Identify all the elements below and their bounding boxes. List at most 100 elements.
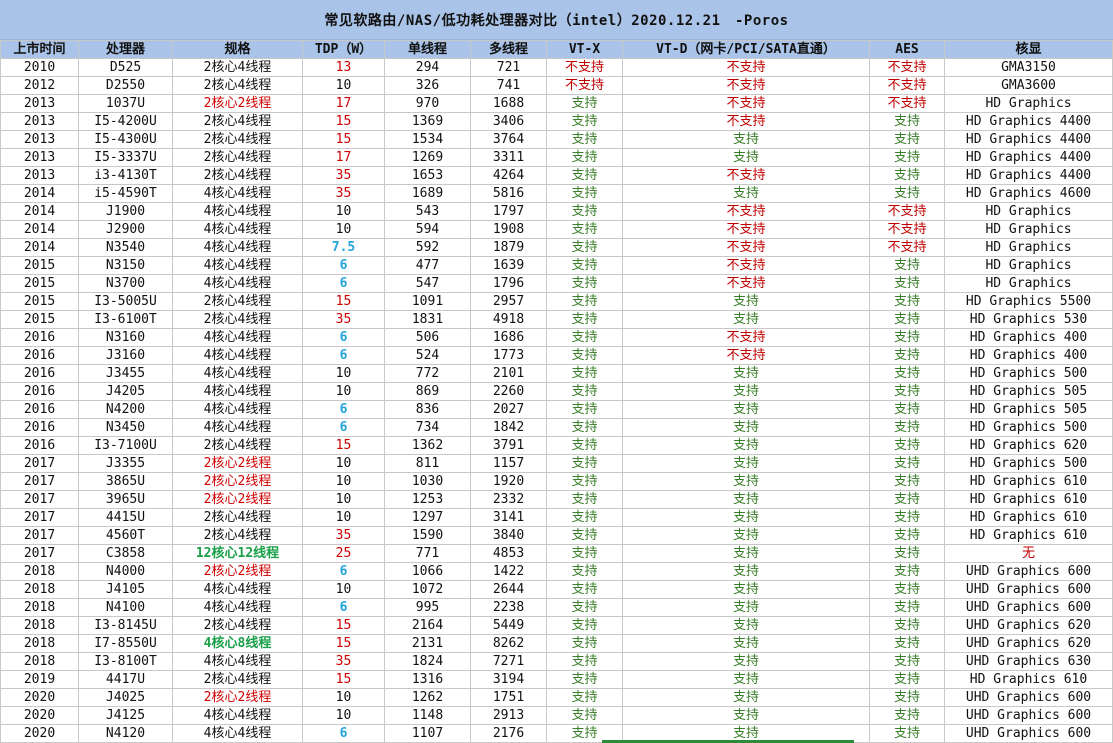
cell-multi-thread[interactable]: 4918	[470, 310, 547, 329]
cell-aes[interactable]: 支持	[869, 490, 945, 509]
cell-multi-thread[interactable]: 3141	[470, 508, 547, 527]
cell-single-thread[interactable]: 547	[384, 274, 471, 293]
header-vtx[interactable]: VT-X	[546, 40, 623, 59]
cell-tdp[interactable]: 10	[302, 454, 385, 473]
cell-igpu[interactable]: GMA3150	[944, 58, 1113, 77]
cell-multi-thread[interactable]: 1908	[470, 220, 547, 239]
cell-spec[interactable]: 2核心2线程	[172, 454, 303, 473]
cell-cpu[interactable]: N3540	[78, 238, 173, 257]
cell-vtx[interactable]: 支持	[546, 346, 623, 365]
cell-cpu[interactable]: N4100	[78, 598, 173, 617]
cell-spec[interactable]: 4核心4线程	[172, 328, 303, 347]
cell-vtx[interactable]: 支持	[546, 634, 623, 653]
cell-vtx[interactable]: 支持	[546, 184, 623, 203]
cell-aes[interactable]: 支持	[869, 670, 945, 689]
cell-vtd[interactable]: 支持	[622, 364, 870, 383]
cell-spec[interactable]: 2核心4线程	[172, 292, 303, 311]
cell-vtx[interactable]: 支持	[546, 130, 623, 149]
cell-tdp[interactable]: 10	[302, 688, 385, 707]
cell-vtd[interactable]: 支持	[622, 400, 870, 419]
cell-tdp[interactable]: 10	[302, 202, 385, 221]
cell-single-thread[interactable]: 506	[384, 328, 471, 347]
cell-single-thread[interactable]: 1148	[384, 706, 471, 725]
cell-vtx[interactable]: 支持	[546, 148, 623, 167]
cell-tdp[interactable]: 6	[302, 562, 385, 581]
cell-vtd[interactable]: 支持	[622, 310, 870, 329]
cell-single-thread[interactable]: 2131	[384, 634, 471, 653]
cell-aes[interactable]: 支持	[869, 598, 945, 617]
cell-tdp[interactable]: 6	[302, 724, 385, 743]
cell-vtd[interactable]: 支持	[622, 526, 870, 545]
cell-spec[interactable]: 4核心4线程	[172, 184, 303, 203]
cell-single-thread[interactable]: 1091	[384, 292, 471, 311]
cell-aes[interactable]: 支持	[869, 274, 945, 293]
cell-tdp[interactable]: 7.5	[302, 238, 385, 257]
cell-year[interactable]: 2016	[0, 346, 79, 365]
cell-year[interactable]: 2016	[0, 400, 79, 419]
cell-tdp[interactable]: 35	[302, 166, 385, 185]
cell-tdp[interactable]: 15	[302, 436, 385, 455]
cell-cpu[interactable]: J3160	[78, 346, 173, 365]
cell-tdp[interactable]: 15	[302, 670, 385, 689]
cell-spec[interactable]: 2核心4线程	[172, 526, 303, 545]
cell-cpu[interactable]: J2900	[78, 220, 173, 239]
cell-single-thread[interactable]: 326	[384, 76, 471, 95]
cell-aes[interactable]: 支持	[869, 436, 945, 455]
cell-igpu[interactable]: HD Graphics 4400	[944, 112, 1113, 131]
cell-year[interactable]: 2013	[0, 94, 79, 113]
cell-year[interactable]: 2014	[0, 202, 79, 221]
cell-year[interactable]: 2015	[0, 292, 79, 311]
cell-year[interactable]: 2018	[0, 598, 79, 617]
cell-vtx[interactable]: 支持	[546, 382, 623, 401]
cell-igpu[interactable]: UHD Graphics 620	[944, 634, 1113, 653]
cell-aes[interactable]: 支持	[869, 526, 945, 545]
cell-vtx[interactable]: 支持	[546, 706, 623, 725]
cell-tdp[interactable]: 6	[302, 274, 385, 293]
cell-spec[interactable]: 4核心4线程	[172, 652, 303, 671]
cell-spec[interactable]: 4核心4线程	[172, 256, 303, 275]
cell-multi-thread[interactable]: 3311	[470, 148, 547, 167]
cell-cpu[interactable]: I3-8145U	[78, 616, 173, 635]
cell-multi-thread[interactable]: 2101	[470, 364, 547, 383]
cell-igpu[interactable]: UHD Graphics 600	[944, 688, 1113, 707]
cell-tdp[interactable]: 10	[302, 364, 385, 383]
cell-vtd[interactable]: 支持	[622, 436, 870, 455]
cell-aes[interactable]: 支持	[869, 184, 945, 203]
cell-tdp[interactable]: 25	[302, 544, 385, 563]
cell-single-thread[interactable]: 594	[384, 220, 471, 239]
cell-igpu[interactable]: HD Graphics	[944, 94, 1113, 113]
cell-spec[interactable]: 4核心4线程	[172, 418, 303, 437]
cell-vtx[interactable]: 支持	[546, 94, 623, 113]
cell-cpu[interactable]: J1900	[78, 202, 173, 221]
header-single-thread[interactable]: 单线程	[384, 40, 471, 59]
cell-igpu[interactable]: UHD Graphics 600	[944, 706, 1113, 725]
cell-vtd[interactable]: 支持	[622, 382, 870, 401]
cell-tdp[interactable]: 15	[302, 634, 385, 653]
cell-single-thread[interactable]: 836	[384, 400, 471, 419]
cell-tdp[interactable]: 15	[302, 292, 385, 311]
cell-single-thread[interactable]: 1066	[384, 562, 471, 581]
cell-spec[interactable]: 4核心4线程	[172, 382, 303, 401]
cell-aes[interactable]: 支持	[869, 166, 945, 185]
cell-cpu[interactable]: I3-7100U	[78, 436, 173, 455]
cell-multi-thread[interactable]: 2238	[470, 598, 547, 617]
cell-igpu[interactable]: HD Graphics 610	[944, 490, 1113, 509]
cell-single-thread[interactable]: 1316	[384, 670, 471, 689]
cell-spec[interactable]: 4核心4线程	[172, 364, 303, 383]
cell-vtd[interactable]: 不支持	[622, 238, 870, 257]
cell-cpu[interactable]: N4200	[78, 400, 173, 419]
header-year[interactable]: 上市时间	[0, 40, 79, 59]
cell-single-thread[interactable]: 1689	[384, 184, 471, 203]
cell-single-thread[interactable]: 2164	[384, 616, 471, 635]
cell-multi-thread[interactable]: 1797	[470, 202, 547, 221]
cell-multi-thread[interactable]: 2957	[470, 292, 547, 311]
cell-igpu[interactable]: HD Graphics 610	[944, 526, 1113, 545]
cell-vtd[interactable]: 支持	[622, 454, 870, 473]
cell-cpu[interactable]: 3865U	[78, 472, 173, 491]
cell-single-thread[interactable]: 543	[384, 202, 471, 221]
cell-multi-thread[interactable]: 1773	[470, 346, 547, 365]
cell-tdp[interactable]: 6	[302, 418, 385, 437]
cell-cpu[interactable]: J4025	[78, 688, 173, 707]
cell-single-thread[interactable]: 811	[384, 454, 471, 473]
cell-year[interactable]: 2013	[0, 112, 79, 131]
